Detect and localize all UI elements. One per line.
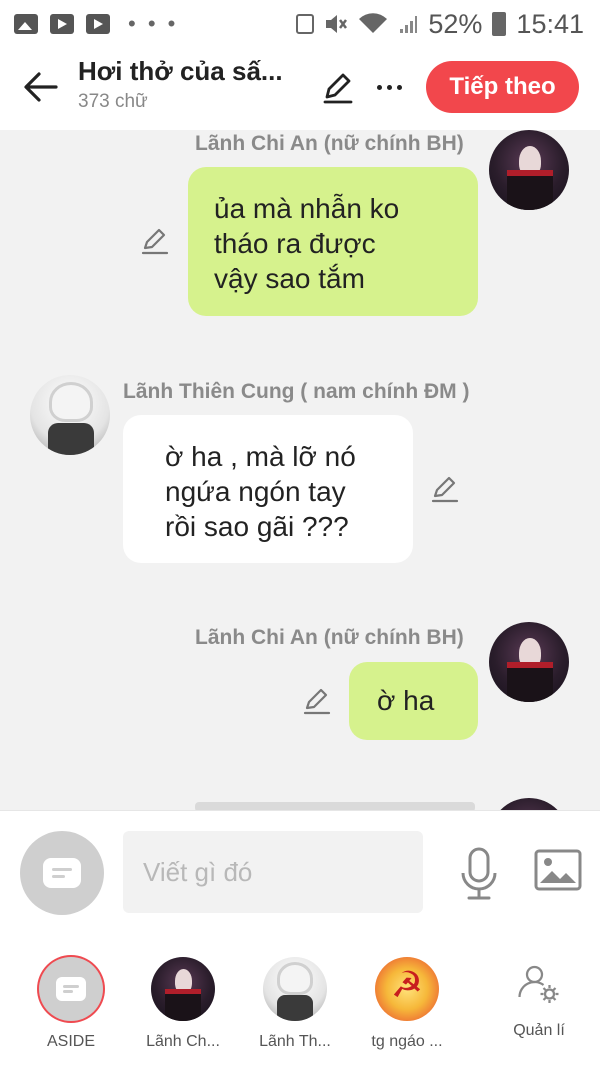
battery-saver-icon [296, 14, 315, 34]
aside-toggle-button[interactable] [20, 831, 104, 915]
character-name: Quản lí [513, 1022, 565, 1039]
chat-area[interactable]: Lãnh Chi An (nữ chính BH) ủa mà nhẫn ko … [0, 130, 600, 810]
user-settings-icon [518, 965, 559, 1003]
message-line: ngứa ngón tay [165, 476, 346, 507]
message-bubble[interactable]: ủa mà nhẫn ko tháo ra được vậy sao tắm [188, 167, 478, 316]
message-icon [56, 977, 86, 1001]
image-icon[interactable] [534, 849, 582, 891]
aside-avatar [39, 957, 103, 1021]
edit-message-icon[interactable] [140, 226, 170, 256]
wifi-icon [359, 13, 388, 33]
character-bar: ASIDE Lãnh Ch... Lãnh Th... tg ngáo ... … [0, 935, 600, 1067]
character-lanh-chi-an[interactable]: Lãnh Ch... [128, 957, 238, 1051]
edit-message-icon[interactable] [302, 686, 332, 716]
avatar [263, 957, 327, 1021]
gallery-icon [14, 14, 38, 34]
sender-name: Lãnh Chi An (nữ chính BH) [195, 626, 464, 649]
avatar[interactable] [489, 130, 569, 210]
avatar[interactable] [30, 375, 110, 455]
message-bubble[interactable]: ờ ha [349, 662, 478, 740]
edit-title-icon[interactable] [320, 70, 356, 106]
message-bubble[interactable]: ờ ha , mà lỡ nó ngứa ngón tay rồi sao gã… [123, 415, 413, 563]
more-dots-icon: • • • [128, 11, 179, 36]
message-line: tháo ra được [214, 228, 376, 259]
battery-icon [492, 12, 507, 36]
sender-name: Lãnh Thiên Cung ( nam chính ĐM ) [123, 380, 470, 403]
manage-characters-button[interactable]: Quản lí [484, 961, 594, 1040]
avatar [151, 957, 215, 1021]
sender-name: Lãnh Chi An (nữ chính BH) [195, 132, 464, 155]
character-name: Lãnh Ch... [146, 1033, 220, 1050]
avatar[interactable] [489, 798, 569, 810]
mute-icon [326, 15, 348, 33]
avatar[interactable] [489, 622, 569, 702]
story-header: Hơi thở của sấ... 373 chữ Tiếp theo [0, 48, 600, 130]
character-name: ASIDE [46, 1033, 95, 1050]
story-title[interactable]: Hơi thở của sấ... [78, 56, 308, 87]
message-line: ờ ha , mà lỡ nó [165, 441, 356, 472]
message-line: ủa mà nhẫn ko [214, 193, 400, 224]
signal-icon [400, 16, 418, 33]
message-icon [43, 858, 81, 888]
character-lanh-thien-cung[interactable]: Lãnh Th... [240, 957, 350, 1051]
status-bar: • • • 52% 15:41 [0, 0, 600, 48]
back-arrow-icon[interactable] [20, 66, 62, 108]
avatar [375, 957, 439, 1021]
battery-percentage: 52% [428, 8, 483, 39]
word-count: 373 chữ [78, 91, 148, 112]
character-tg-ngao[interactable]: tg ngáo ... [352, 957, 462, 1051]
microphone-icon[interactable] [458, 846, 500, 902]
edit-message-icon[interactable] [430, 474, 460, 504]
clock: 15:41 [516, 8, 584, 39]
character-aside[interactable]: ASIDE [16, 957, 126, 1051]
more-options-button[interactable] [372, 70, 406, 104]
message-line: vậy sao tắm [214, 263, 365, 294]
message-line: ờ ha [377, 685, 435, 716]
character-name: Lãnh Th... [259, 1033, 331, 1050]
youtube-icon [86, 14, 110, 34]
message-line: rồi sao gãi ??? [165, 511, 349, 542]
sender-name-clipped [195, 802, 475, 810]
message-input[interactable] [123, 831, 423, 913]
video-icon [50, 14, 74, 34]
message-composer [0, 810, 600, 936]
character-name: tg ngáo ... [371, 1033, 443, 1050]
next-button[interactable]: Tiếp theo [426, 61, 579, 113]
